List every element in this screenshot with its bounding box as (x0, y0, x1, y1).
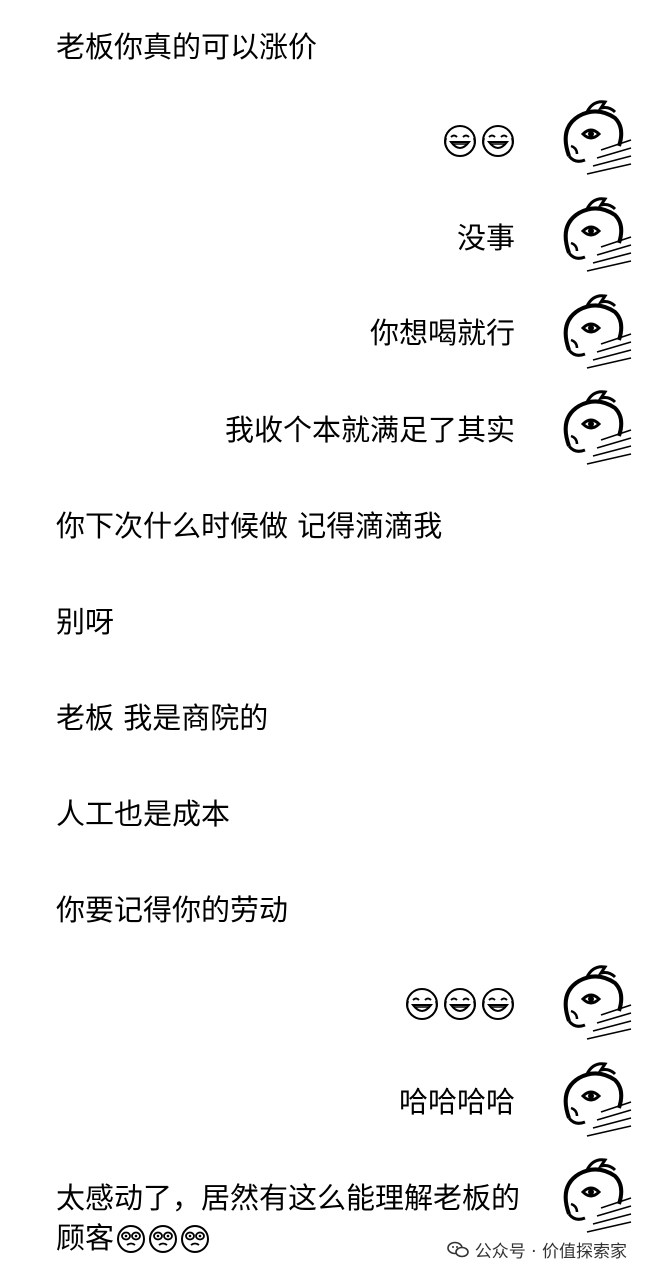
message-text: 老板 我是商院的 (56, 701, 269, 735)
message-left: 人工也是成本 (56, 794, 230, 834)
message-left: 老板 我是商院的 (56, 698, 268, 738)
avatar[interactable] (557, 1060, 633, 1140)
laugh-cry-icon (481, 987, 515, 1021)
message-right (405, 987, 515, 1021)
message-text: 别呀 (56, 605, 115, 639)
message-left: 你要记得你的劳动 (56, 890, 288, 930)
chat-transcript: 老板你真的可以涨价 没事 你想喝就行 我收个本就满足了其实 你下次什么时候做 记… (0, 0, 653, 1280)
avatar[interactable] (557, 963, 633, 1043)
watermark-text: 公众号 · 价值探索家 (474, 1242, 627, 1262)
laugh-cry-icon (481, 124, 515, 158)
message-right: 没事 (457, 218, 515, 258)
laugh-cry-icon (443, 124, 477, 158)
avatar[interactable] (557, 195, 633, 275)
wechat-icon (446, 1241, 469, 1257)
message-left: 别呀 (56, 602, 114, 642)
message-right: 我收个本就满足了其实 (225, 410, 515, 450)
message-right: 你想喝就行 (370, 313, 515, 353)
avatar[interactable] (557, 98, 633, 178)
moved-tears-icon (116, 1224, 146, 1254)
message-text: 人工也是成本 (56, 797, 231, 831)
message-left: 你下次什么时候做 记得滴滴我 (56, 506, 442, 546)
message-text: 哈哈哈哈 (398, 1085, 515, 1119)
message-text: 你想喝就行 (369, 316, 515, 350)
message-text: 你要记得你的劳动 (56, 893, 289, 927)
message-left: 老板你真的可以涨价 (56, 27, 317, 67)
message-text: 没事 (456, 221, 515, 255)
moved-tears-icon (148, 1224, 178, 1254)
message-right: 哈哈哈哈 (399, 1082, 515, 1122)
message-text: 你下次什么时候做 记得滴滴我 (56, 509, 443, 543)
message-text: 老板你真的可以涨价 (56, 30, 318, 64)
avatar[interactable] (557, 388, 633, 468)
watermark: 公众号 · 价值探索家 (442, 1235, 631, 1264)
avatar[interactable] (557, 1156, 633, 1236)
laugh-cry-icon (443, 987, 477, 1021)
laugh-cry-icon (405, 987, 439, 1021)
message-text: 我收个本就满足了其实 (224, 413, 515, 447)
avatar[interactable] (557, 292, 633, 372)
moved-tears-icon (180, 1224, 210, 1254)
message-right (443, 124, 515, 158)
